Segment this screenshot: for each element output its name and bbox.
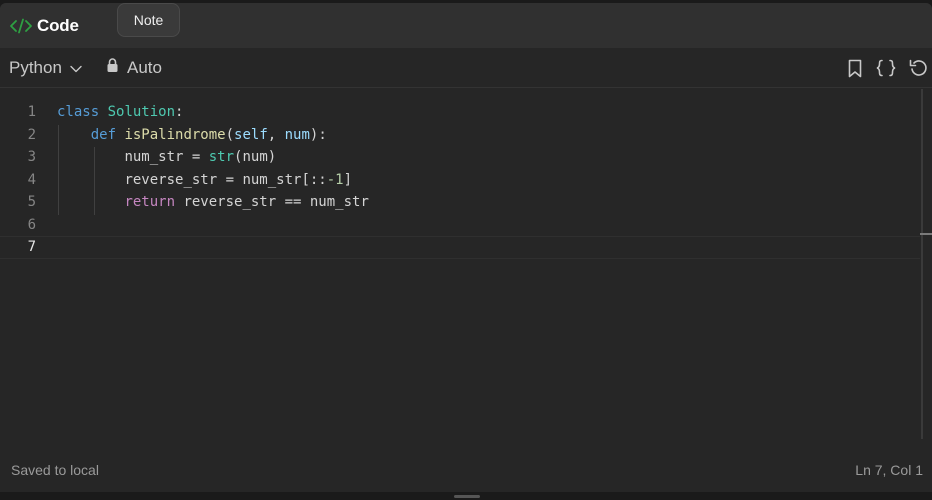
punctuation: , (267, 126, 285, 143)
lock-icon (106, 58, 119, 78)
resize-handle[interactable] (454, 495, 480, 498)
slice-expression: num_str[:: (242, 171, 327, 188)
mode-label: Auto (127, 58, 162, 77)
variable: reverse_str (124, 171, 218, 188)
code-editor[interactable]: 1 class Solution: 2 def isPalindrome(sel… (0, 89, 932, 441)
code-line-7: 7 (0, 236, 920, 259)
punctuation: ): (309, 126, 327, 143)
tab-code-label: Code (37, 15, 79, 35)
line-number: 6 (27, 216, 36, 233)
code-line-2: 2 def isPalindrome(self, num): (0, 124, 920, 147)
status-bar: Saved to local Ln 7, Col 1 (0, 453, 932, 487)
parameter: num (284, 126, 310, 143)
code-line-5: 5 return reverse_str == num_str (0, 191, 920, 214)
undo-icon[interactable] (909, 59, 928, 77)
punctuation: : (175, 104, 184, 121)
punctuation: ( (225, 126, 235, 143)
code-brackets-icon (10, 18, 32, 34)
variable: num_str (124, 149, 184, 166)
vertical-scrollbar[interactable] (921, 89, 923, 439)
code-line-6: 6 (0, 214, 920, 237)
toolbar-actions (847, 48, 928, 88)
operator: = (217, 171, 243, 188)
mode-indicator[interactable]: Auto (106, 48, 162, 88)
code-line-3: 3 num_str = str(num) (0, 146, 920, 169)
class-name: Solution (107, 104, 176, 121)
keyword: return (124, 194, 176, 211)
line-number: 4 (27, 171, 36, 188)
tab-bar: Code Note (0, 3, 932, 48)
tab-note[interactable]: Note (117, 3, 180, 37)
operator: = (183, 149, 209, 166)
editor-toolbar: Python Auto (0, 48, 932, 88)
line-number: 3 (27, 149, 36, 166)
number-literal: -1 (326, 171, 344, 188)
punctuation: ] (343, 171, 353, 188)
braces-icon[interactable] (876, 59, 896, 77)
expression: reverse_str == num_str (175, 194, 369, 211)
keyword: class (57, 104, 100, 121)
save-status: Saved to local (11, 462, 99, 478)
language-select[interactable]: Python (9, 48, 82, 88)
scroll-position-marker (920, 233, 932, 235)
parameter: self (234, 126, 268, 143)
keyword: def (90, 126, 117, 143)
tab-code[interactable]: Code (10, 3, 79, 48)
builtin-function: str (208, 149, 235, 166)
line-number: 5 (27, 194, 36, 211)
line-number: 7 (27, 239, 36, 256)
code-line-4: 4 reverse_str = num_str[::-1] (0, 169, 920, 192)
code-editor-window: Code Note Python Auto 1 class Solution: … (0, 3, 932, 492)
arguments: (num) (234, 149, 277, 166)
function-name: isPalindrome (124, 126, 226, 143)
bookmark-icon[interactable] (847, 59, 863, 78)
language-label: Python (9, 58, 62, 77)
code-line-1: 1 class Solution: (0, 101, 920, 124)
cursor-position: Ln 7, Col 1 (855, 462, 923, 478)
line-number: 2 (27, 126, 36, 143)
line-number: 1 (27, 104, 36, 121)
chevron-down-icon (70, 58, 82, 78)
